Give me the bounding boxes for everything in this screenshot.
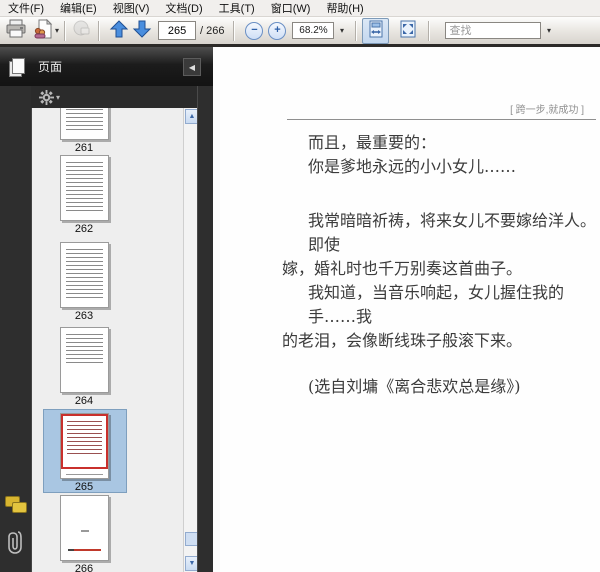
thumbnail-label: 261	[74, 142, 94, 154]
toolbar-separator	[233, 20, 236, 41]
document-page: [ 跨一步,就成功 ] 而且，最重要的： 你是爹地永远的小小女儿…… 我常暗暗祈…	[213, 47, 600, 572]
thumbnail-label: 263	[74, 310, 94, 322]
text-line: 的老泪，会像断线珠子般滚下来。	[282, 331, 523, 350]
thumbnail-page-261[interactable]: 261	[43, 108, 125, 154]
text-line: 我常暗暗祈祷，将来女儿不要嫁给洋人。即使	[308, 211, 597, 254]
navigation-rail	[0, 47, 31, 572]
collaborate-icon	[33, 18, 53, 42]
share-disabled-icon	[71, 19, 93, 42]
thumbnail-panel: 261 262 263 264 265 266	[31, 108, 184, 572]
collapse-panel-button[interactable]: ◀	[183, 58, 201, 76]
attachments-paperclip-icon[interactable]	[7, 529, 23, 561]
thumbnail-page-266[interactable]: 266	[43, 495, 125, 572]
document-text: 而且，最重要的： 你是爹地永远的小小女儿…… 我常暗暗祈祷，将来女儿不要嫁给洋人…	[282, 131, 600, 399]
text-line: 嫁，婚礼时也千万别奏这首曲子。	[282, 259, 523, 278]
collaborate-button[interactable]: ▾	[33, 18, 60, 43]
menu-help[interactable]: 帮助(H)	[318, 0, 371, 16]
share-disabled-button	[71, 19, 93, 43]
toolbar-separator	[98, 20, 101, 41]
attribution-line: (选自刘墉《离合悲欢总是缘》)	[308, 377, 521, 396]
search-caret[interactable]: ▾	[541, 22, 554, 39]
page-number-input[interactable]	[158, 21, 197, 40]
current-view-indicator	[60, 414, 108, 469]
next-page-icon	[132, 19, 152, 42]
page-total-label: / 266	[200, 24, 225, 37]
menu-tools[interactable]: 工具(T)	[211, 0, 263, 16]
pdf-reader-window: 文件(F) 编辑(E) 视图(V) 文档(D) 工具(T) 窗口(W) 帮助(H…	[0, 0, 600, 572]
thumbnail-label: 265	[74, 481, 94, 493]
toolbar-separator	[355, 20, 358, 41]
pages-panel-icon	[9, 57, 25, 77]
thumbnail-scrollbar[interactable]: ▲ ▼	[183, 108, 199, 572]
menu-window[interactable]: 窗口(W)	[263, 0, 319, 16]
zoom-level-caret[interactable]: ▾	[334, 22, 347, 39]
menu-view[interactable]: 视图(V)	[105, 0, 158, 16]
menu-bar: 文件(F) 编辑(E) 视图(V) 文档(D) 工具(T) 窗口(W) 帮助(H…	[0, 0, 600, 17]
fit-page-icon	[399, 20, 417, 41]
content-area: 页面 ◀ ▾ 261 262 263 264 265 266 ▲ ▼ [跨一步…	[0, 47, 600, 572]
menu-file[interactable]: 文件(F)	[0, 0, 52, 16]
text-line: 你是爹地永远的小小女儿……	[308, 157, 517, 176]
print-icon	[5, 19, 27, 42]
menu-document[interactable]: 文档(D)	[157, 0, 210, 16]
text-line: 而且，最重要的：	[308, 133, 437, 152]
thumbnail-label: 262	[74, 223, 94, 235]
text-line: 我知道，当音乐响起，女儿握住我的手……我	[308, 283, 565, 326]
menu-edit[interactable]: 编辑(E)	[52, 0, 105, 16]
next-page-button[interactable]	[132, 19, 152, 43]
panel-splitter[interactable]	[197, 47, 214, 572]
prev-page-icon	[109, 19, 129, 42]
thumbnail-page-262[interactable]: 262	[43, 155, 125, 235]
thumbnail-label: 264	[74, 395, 94, 407]
toolbar-separator	[64, 20, 67, 41]
zoom-in-button[interactable]: +	[268, 21, 287, 40]
scroll-mode-icon	[367, 20, 385, 41]
search-input[interactable]	[445, 22, 542, 39]
fit-page-button[interactable]	[395, 19, 420, 43]
comments-icon[interactable]	[5, 496, 27, 514]
page-running-header: [ 跨一步,就成功 ]	[510, 105, 584, 116]
dropdown-caret-icon: ▾	[339, 26, 344, 35]
scroll-mode-button[interactable]	[362, 17, 390, 44]
dropdown-caret-icon: ▾	[546, 26, 551, 35]
header-rule	[287, 119, 596, 120]
toolbar: ▾ 265 / 266 − + 68.2% ▾ 查找 ▾	[0, 17, 600, 44]
previous-page-button[interactable]	[109, 19, 129, 43]
thumbnail-page-265-selected[interactable]: 265	[43, 409, 127, 493]
zoom-out-button[interactable]: −	[245, 21, 264, 40]
collaborate-caret-icon: ▾	[55, 26, 60, 35]
toolbar-separator	[428, 20, 431, 41]
thumbnail-options-row: ▾	[31, 86, 197, 108]
pages-panel-title: 页面	[38, 60, 63, 74]
thumbnail-page-263[interactable]: 263	[43, 242, 125, 322]
pages-panel-header: 页面 ◀	[0, 47, 213, 86]
thumbnail-page-264[interactable]: 264	[43, 327, 125, 407]
print-button[interactable]	[5, 19, 27, 43]
thumbnail-label: 266	[74, 563, 94, 572]
options-gear-button[interactable]: ▾	[39, 89, 61, 105]
zoom-level-value[interactable]: 68.2%	[292, 22, 335, 39]
gear-caret-icon: ▾	[56, 92, 61, 102]
